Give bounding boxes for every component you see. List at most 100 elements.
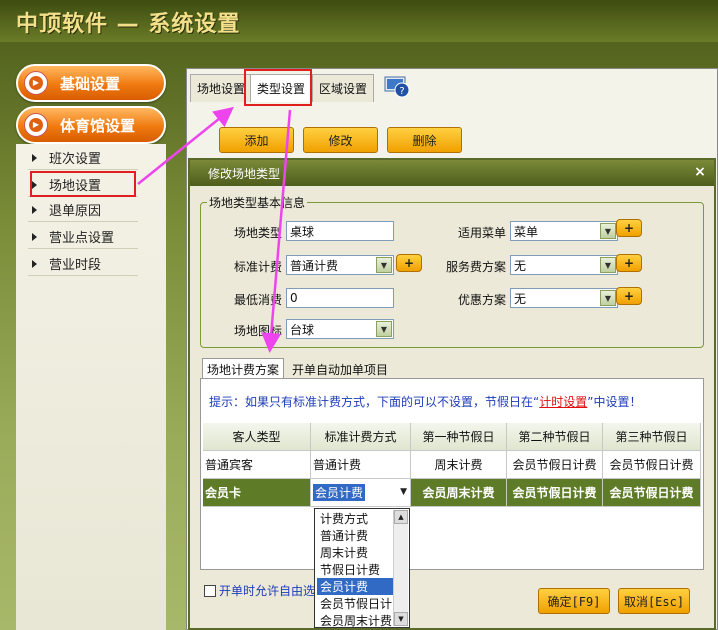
- grid-cell[interactable]: 普通计费: [311, 451, 411, 479]
- venue-icon-select[interactable]: 台球 ▼: [286, 319, 394, 339]
- nav-basic-settings-button[interactable]: ▶ 基础设置: [16, 64, 166, 102]
- chevron-down-icon: ▼: [400, 487, 407, 497]
- dropdown-option[interactable]: 会员节假日计: [317, 595, 393, 612]
- close-icon[interactable]: ×: [692, 164, 708, 180]
- sidebar-item-shift[interactable]: 班次设置: [28, 146, 138, 170]
- tab-area-settings[interactable]: 区域设置: [312, 74, 375, 102]
- edit-button[interactable]: 修改: [303, 127, 378, 153]
- applicable-menu-select[interactable]: 菜单 ▼: [510, 221, 618, 241]
- edit-venue-type-dialog: 修改场地类型 × 场地类型基本信息 场地类型 桌球 适用菜单 菜单 ▼ + 标准…: [188, 158, 716, 630]
- dropdown-option[interactable]: 计费方式: [317, 510, 393, 527]
- nav-venue-settings-label: 体育馆设置: [60, 116, 136, 135]
- dialog-title: 修改场地类型: [190, 160, 714, 186]
- service-fee-plan-select[interactable]: 无 ▼: [510, 255, 618, 275]
- select-value: 普通计费: [290, 258, 339, 273]
- chevron-down-icon: ▼: [376, 321, 392, 337]
- add-discount-button[interactable]: +: [616, 287, 642, 305]
- play-icon: ▶: [24, 71, 48, 95]
- sidebar-item-label: 营业点设置: [49, 231, 115, 246]
- highlight-box: [244, 69, 312, 106]
- dropdown-option[interactable]: 会员周末计费: [317, 612, 393, 629]
- triangle-icon: [32, 232, 37, 241]
- sidebar-item-business-point[interactable]: 营业点设置: [28, 225, 138, 249]
- timing-settings-link[interactable]: 计时设置: [539, 395, 587, 409]
- allow-free-select-row[interactable]: 开单时允许自由选: [204, 582, 315, 599]
- dropdown-option[interactable]: 节假日计费: [317, 561, 393, 578]
- triangle-icon: [32, 259, 37, 268]
- sidebar-item-label: 营业时段: [49, 258, 102, 273]
- cancel-button[interactable]: 取消[Esc]: [618, 588, 690, 614]
- billing-method-dropdown[interactable]: 计费方式 普通计费 周末计费 节假日计费 会员计费 会员节假日计 会员周末计费 …: [314, 508, 410, 628]
- grid-cell[interactable]: 普通宾客: [203, 451, 311, 479]
- help-icon[interactable]: ?: [384, 76, 412, 98]
- sidebar-item-refund-reason[interactable]: 退单原因: [28, 198, 138, 222]
- nav-basic-settings-label: 基础设置: [60, 74, 121, 93]
- standard-billing-select[interactable]: 普通计费 ▼: [286, 255, 394, 275]
- grid-header-cell: 客人类型: [203, 423, 311, 451]
- grid-cell[interactable]: 会员卡: [203, 479, 311, 507]
- svg-text:?: ?: [399, 86, 404, 97]
- select-value: 台球: [290, 322, 315, 337]
- discount-plan-select[interactable]: 无 ▼: [510, 288, 618, 308]
- select-value: 菜单: [514, 224, 539, 239]
- hint-suffix: ”中设置！: [587, 395, 642, 409]
- min-consumption-label: 最低消费: [234, 293, 283, 307]
- title-bar: 中顶软件 — 系统设置: [0, 0, 718, 42]
- combo-value: 会员计费: [313, 484, 366, 501]
- grid-header-cell: 第二种节假日: [507, 423, 603, 451]
- chevron-down-icon: ▼: [600, 223, 616, 239]
- discount-plan-label: 优惠方案: [458, 293, 507, 307]
- grid-header-cell: 第一种节假日: [411, 423, 507, 451]
- tab-billing-plan[interactable]: 场地计费方案: [202, 358, 285, 380]
- table-row[interactable]: 普通宾客 普通计费 周末计费 会员节假日计费 会员节假日计费: [203, 451, 701, 479]
- chevron-down-icon: ▼: [600, 290, 616, 306]
- dropdown-option[interactable]: 周末计费: [317, 544, 393, 561]
- grid-cell[interactable]: 周末计费: [411, 451, 507, 479]
- sidebar-item-label: 退单原因: [49, 204, 102, 219]
- app-title: 中顶软件 — 系统设置: [16, 12, 241, 37]
- dropdown-option[interactable]: 普通计费: [317, 527, 393, 544]
- hint-prefix: 提示：如果只有标准计费方式，下面的可以不设置，节假日在“: [209, 395, 540, 409]
- delete-button[interactable]: 删除: [387, 127, 462, 153]
- table-row-selected[interactable]: 会员卡 会员计费 ▼ 会员周末计费 会员节假日计费 会员节假日计费: [203, 479, 701, 507]
- select-value: 无: [514, 291, 527, 306]
- standard-billing-label: 标准计费: [234, 260, 283, 274]
- grid-cell[interactable]: 会员周末计费: [411, 479, 507, 507]
- billing-plan-panel: 提示：如果只有标准计费方式，下面的可以不设置，节假日在“计时设置”中设置！ 客人…: [200, 378, 704, 570]
- scroll-up-icon[interactable]: ▲: [394, 510, 408, 524]
- sidebar-item-business-hours[interactable]: 营业时段: [28, 252, 138, 276]
- chevron-down-icon: ▼: [600, 257, 616, 273]
- sidebar-item-label: 班次设置: [49, 152, 102, 167]
- checkbox-label: 开单时允许自由选: [219, 584, 316, 598]
- tab-auto-items[interactable]: 开单自动加单项目: [288, 358, 392, 380]
- highlight-box: [30, 171, 136, 197]
- ok-button[interactable]: 确定[F9]: [538, 588, 610, 614]
- groupbox-label: 场地类型基本信息: [207, 194, 308, 211]
- add-button[interactable]: 添加: [219, 127, 294, 153]
- venue-type-label: 场地类型: [234, 226, 283, 240]
- dropdown-option-selected[interactable]: 会员计费: [317, 578, 393, 595]
- venue-type-input[interactable]: 桌球: [286, 221, 394, 241]
- grid-cell[interactable]: 会员节假日计费: [507, 451, 603, 479]
- chevron-down-icon: ▼: [376, 257, 392, 273]
- dropdown-scrollbar[interactable]: ▲ ▼: [393, 510, 408, 626]
- triangle-icon: [32, 153, 37, 162]
- allow-free-select-checkbox[interactable]: [204, 584, 216, 597]
- add-menu-button[interactable]: +: [616, 219, 642, 237]
- billing-method-combo[interactable]: 会员计费 ▼: [311, 479, 411, 507]
- nav-venue-settings-button[interactable]: ▶ 体育馆设置: [16, 106, 166, 144]
- grid-cell[interactable]: 会员节假日计费: [603, 451, 701, 479]
- add-service-fee-button[interactable]: +: [616, 254, 642, 272]
- grid-cell[interactable]: 会员节假日计费: [507, 479, 603, 507]
- grid-header-cell: 第三种节假日: [603, 423, 701, 451]
- tab-venue-settings[interactable]: 场地设置: [190, 74, 253, 102]
- dialog-title-text: 修改场地类型: [208, 166, 281, 181]
- select-value: 无: [514, 258, 527, 273]
- scroll-down-icon[interactable]: ▼: [394, 612, 408, 626]
- service-fee-plan-label: 服务费方案: [446, 260, 507, 274]
- triangle-icon: [32, 205, 37, 214]
- min-consumption-input[interactable]: 0: [286, 288, 394, 308]
- play-icon: ▶: [24, 113, 48, 137]
- grid-cell[interactable]: 会员节假日计费: [603, 479, 701, 507]
- add-billing-button[interactable]: +: [396, 254, 422, 272]
